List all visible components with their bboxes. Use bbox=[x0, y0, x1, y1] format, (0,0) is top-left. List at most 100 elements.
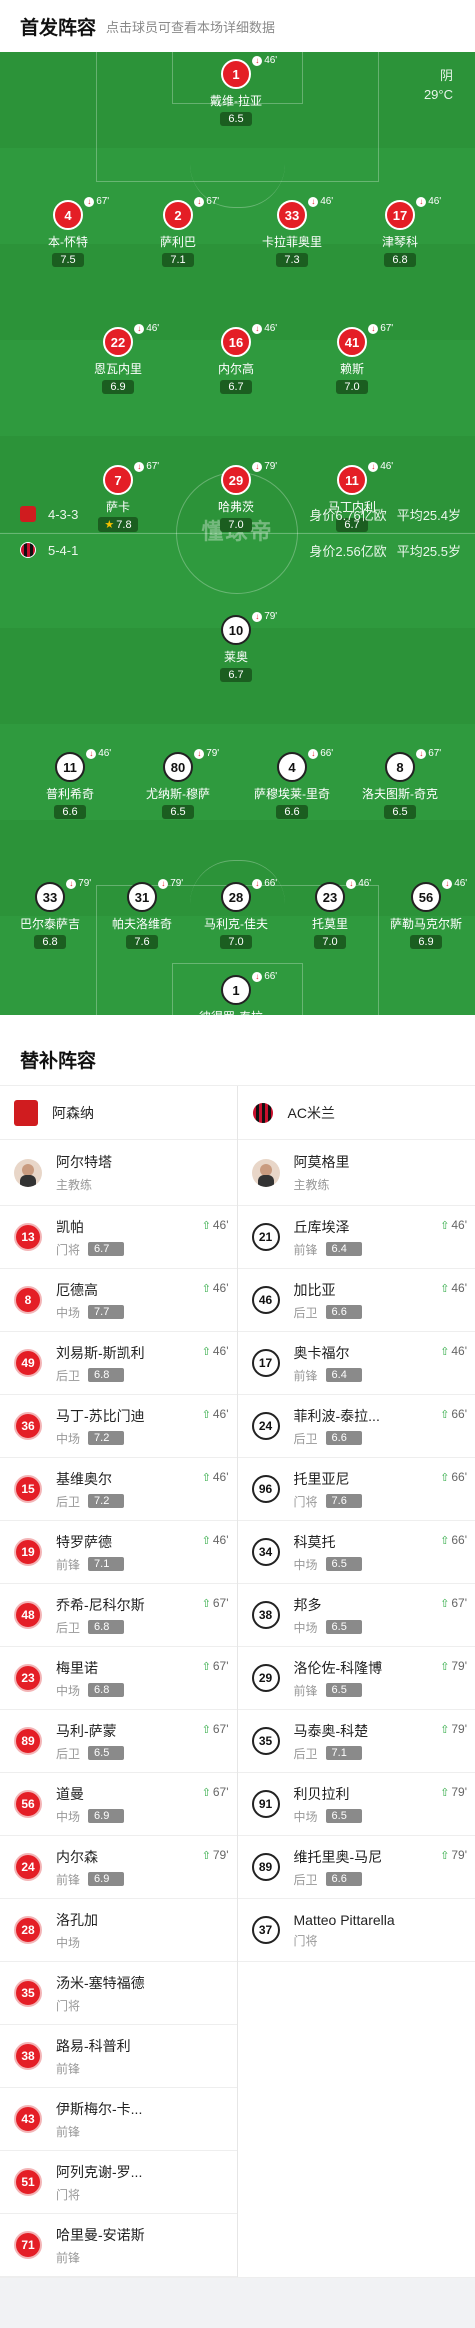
bench-player[interactable]: 38邦多中场6.5⇧67' bbox=[238, 1584, 475, 1647]
bench-player[interactable]: 17奥卡福尔前锋6.4⇧46' bbox=[238, 1332, 475, 1395]
rating-value: 7.1 bbox=[170, 254, 185, 266]
sub-minute: 46' bbox=[428, 196, 441, 207]
bench-player[interactable]: 24菲利波-泰拉...后卫6.6⇧66' bbox=[238, 1395, 475, 1458]
bench-player[interactable]: 35汤米-塞特福德门将 bbox=[0, 1962, 237, 2025]
bench-player[interactable]: 13凯帕门将6.7⇧46' bbox=[0, 1206, 237, 1269]
player-away[interactable]: 23↓46'托莫里7.0 bbox=[275, 882, 385, 950]
sub-on-marker: ⇧46' bbox=[202, 1344, 229, 1358]
bench-player-position: 门将 bbox=[56, 2186, 80, 2203]
bench-player-position: 后卫 bbox=[56, 1745, 80, 1762]
sub-minute: 46' bbox=[213, 1407, 229, 1421]
player-home[interactable]: 17↓46'津琴科6.8 bbox=[345, 200, 455, 268]
jersey-number: 19 bbox=[14, 1538, 42, 1566]
sub-off-icon: ↓ bbox=[442, 879, 452, 889]
jersey-number: 33 bbox=[277, 200, 307, 230]
away-formation: 5-4-1 bbox=[48, 543, 78, 558]
bench-player[interactable]: 19特罗萨德前锋7.1⇧46' bbox=[0, 1521, 237, 1584]
player-away[interactable]: 8↓67'洛夫图斯-奇克6.5 bbox=[345, 752, 455, 820]
sub-off-marker: ↓66' bbox=[252, 971, 277, 982]
bench-player-name: 马丁-苏比门迪 bbox=[56, 1406, 145, 1426]
bench-player[interactable]: 29洛伦佐-科隆博前锋6.5⇧79' bbox=[238, 1647, 475, 1710]
sub-on-marker: ⇧46' bbox=[202, 1407, 229, 1421]
bench-player[interactable]: 8厄德高中场7.7⇧46' bbox=[0, 1269, 237, 1332]
rating-value: 7.5 bbox=[60, 254, 75, 266]
bench-player[interactable]: 38路易-科普利前锋 bbox=[0, 2025, 237, 2088]
lineup-header: 首发阵容 点击球员可查看本场详细数据 bbox=[0, 0, 475, 52]
bench-player-rating: 6.8 bbox=[88, 1683, 124, 1697]
bench-player[interactable]: 56道曼中场6.9⇧67' bbox=[0, 1773, 237, 1836]
bench-player[interactable]: 46加比亚后卫6.6⇧46' bbox=[238, 1269, 475, 1332]
bench-player-position: 中场 bbox=[56, 1934, 80, 1951]
bench-player[interactable]: 34科莫托中场6.5⇧66' bbox=[238, 1521, 475, 1584]
bench-player[interactable]: 23梅里诺中场6.8⇧67' bbox=[0, 1647, 237, 1710]
bench-player[interactable]: 37Matteo Pittarella门将 bbox=[238, 1899, 475, 1962]
sub-off-marker: ↓79' bbox=[158, 878, 183, 889]
bench-player[interactable]: 43伊斯梅尔-卡...前锋 bbox=[0, 2088, 237, 2151]
sub-minute: 67' bbox=[213, 1722, 229, 1736]
player-home[interactable]: 16↓46'内尔高6.7 bbox=[181, 327, 291, 395]
player-name: 萨利巴 bbox=[123, 233, 233, 250]
sub-off-icon: ↓ bbox=[416, 749, 426, 759]
sub-minute: 46' bbox=[213, 1344, 229, 1358]
player-rating: 6.8 bbox=[384, 253, 416, 267]
sub-on-icon: ⇧ bbox=[202, 1534, 211, 1547]
bench-player[interactable]: 21丘库埃泽前锋6.4⇧46' bbox=[238, 1206, 475, 1269]
home-bench-team[interactable]: 阿森纳 bbox=[0, 1086, 237, 1140]
away-bench-team[interactable]: AC米兰 bbox=[238, 1086, 475, 1140]
player-away[interactable]: 10↓79'莱奥6.7 bbox=[181, 615, 291, 683]
jersey-number: 1 bbox=[221, 975, 251, 1005]
rating-value: 6.6 bbox=[62, 806, 77, 818]
bench-player[interactable]: 24内尔森前锋6.9⇧79' bbox=[0, 1836, 237, 1899]
player-away[interactable]: 4↓66'萨穆埃莱-里奇6.6 bbox=[237, 752, 347, 820]
sub-on-icon: ⇧ bbox=[202, 1471, 211, 1484]
bench-player[interactable]: 89维托里奥-马尼后卫6.6⇧79' bbox=[238, 1836, 475, 1899]
bench-player-rating: 7.2 bbox=[88, 1431, 124, 1445]
sub-on-icon: ⇧ bbox=[202, 1219, 211, 1232]
bench-player[interactable]: 51阿列克谢-罗...门将 bbox=[0, 2151, 237, 2214]
bench-player[interactable]: 48乔希-尼科尔斯后卫6.8⇧67' bbox=[0, 1584, 237, 1647]
player-home[interactable]: 4↓67'本-怀特7.5 bbox=[13, 200, 123, 268]
bench-player[interactable]: 28洛孔加中场 bbox=[0, 1899, 237, 1962]
player-home[interactable]: 2↓67'萨利巴7.1 bbox=[123, 200, 233, 268]
player-home[interactable]: 41↓67'赖斯7.0 bbox=[297, 327, 407, 395]
jersey-number: 96 bbox=[252, 1475, 280, 1503]
bench-player[interactable]: 71哈里曼-安诺斯前锋 bbox=[0, 2214, 237, 2277]
sub-minute: 79' bbox=[451, 1848, 467, 1862]
bench-player[interactable]: 35马泰奥-科楚后卫7.1⇧79' bbox=[238, 1710, 475, 1773]
sub-minute: 67' bbox=[206, 196, 219, 207]
player-away[interactable]: 56↓46'萨勒马克尔斯6.9 bbox=[371, 882, 475, 950]
bench-player[interactable]: 49刘易斯-斯凯利后卫6.8⇧46' bbox=[0, 1332, 237, 1395]
bench-player-rating: 7.7 bbox=[88, 1305, 124, 1319]
jersey-number: 8 bbox=[385, 752, 415, 782]
bench-player-rating: 6.5 bbox=[326, 1809, 362, 1823]
jersey-number: 8 bbox=[14, 1286, 42, 1314]
bench-player[interactable]: 89马利-萨蒙后卫6.5⇧67' bbox=[0, 1710, 237, 1773]
bench-player-name: 邦多 bbox=[294, 1595, 362, 1615]
home-coach[interactable]: 阿尔特塔 主教练 bbox=[0, 1140, 237, 1206]
jersey-number: 37 bbox=[252, 1916, 280, 1944]
player-name: 洛夫图斯-奇克 bbox=[345, 785, 455, 802]
bench-player[interactable]: 36马丁-苏比门迪中场7.2⇧46' bbox=[0, 1395, 237, 1458]
bench-player[interactable]: 91利贝拉利中场6.5⇧79' bbox=[238, 1773, 475, 1836]
bench-player-rating: 6.8 bbox=[88, 1620, 124, 1634]
player-home[interactable]: 22↓46'恩瓦内里6.9 bbox=[63, 327, 173, 395]
player-away[interactable]: 80↓79'尤纳斯-穆萨6.5 bbox=[123, 752, 233, 820]
bench-player-position: 前锋 bbox=[56, 1871, 80, 1888]
sub-on-icon: ⇧ bbox=[440, 1597, 449, 1610]
bench-player-name: 基维奥尔 bbox=[56, 1469, 124, 1489]
player-home[interactable]: 1↓46'戴维-拉亚6.5 bbox=[181, 59, 291, 127]
player-name: 内尔高 bbox=[181, 360, 291, 377]
player-away[interactable]: 11↓46'普利希奇6.6 bbox=[15, 752, 125, 820]
bench-player[interactable]: 96托里亚尼门将7.6⇧66' bbox=[238, 1458, 475, 1521]
bench-player-name: 哈里曼-安诺斯 bbox=[56, 2225, 145, 2245]
sub-minute: 46' bbox=[146, 323, 159, 334]
player-home[interactable]: 33↓46'卡拉菲奥里7.3 bbox=[237, 200, 347, 268]
player-name: 尤纳斯-穆萨 bbox=[123, 785, 233, 802]
bench-player-rating: 6.6 bbox=[326, 1305, 362, 1319]
bench-player[interactable]: 15基维奥尔后卫7.2⇧46' bbox=[0, 1458, 237, 1521]
weather-info: 阴 29°C bbox=[424, 66, 453, 104]
player-away[interactable]: 1↓66'彼得罗-泰拉...7.3 bbox=[181, 975, 291, 1015]
sub-off-icon: ↓ bbox=[134, 324, 144, 334]
away-coach[interactable]: 阿莫格里 主教练 bbox=[238, 1140, 475, 1206]
sub-off-icon: ↓ bbox=[84, 197, 94, 207]
